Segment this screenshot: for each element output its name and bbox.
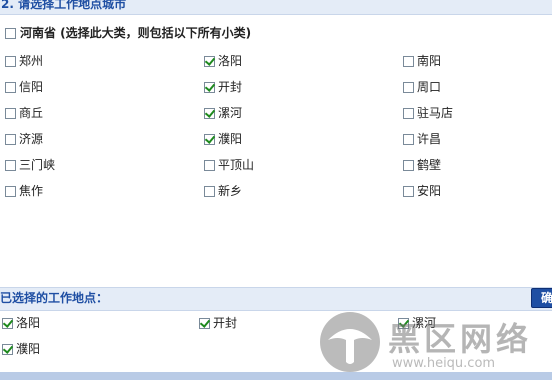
selected-checkbox[interactable] (2, 344, 13, 355)
city-label: 许昌 (417, 132, 442, 146)
city-label: 商丘 (19, 106, 44, 120)
selected-label: 开封 (213, 316, 238, 330)
city-checkbox[interactable] (403, 134, 414, 145)
city-checkbox[interactable] (204, 56, 215, 67)
city-checkbox[interactable] (403, 82, 414, 93)
city-label: 漯河 (218, 106, 243, 120)
confirm-button[interactable]: 确 (531, 288, 552, 308)
selected-label: 洛阳 (16, 316, 41, 330)
city-checkbox[interactable] (5, 134, 16, 145)
city-label: 焦作 (19, 184, 44, 198)
section-title: 2. 请选择工作地点城市 (1, 0, 127, 11)
bottom-strip (0, 372, 552, 380)
selected-checkbox[interactable] (2, 318, 13, 329)
city-label: 洛阳 (218, 54, 243, 68)
selected-checkbox[interactable] (199, 318, 210, 329)
watermark-text: 黑区网络 (388, 320, 533, 358)
city-checkbox[interactable] (5, 186, 16, 197)
city-checkbox[interactable] (204, 186, 215, 197)
city-label: 信阳 (19, 80, 44, 94)
city-checkbox[interactable] (5, 82, 16, 93)
city-label: 安阳 (417, 184, 442, 198)
city-checkbox[interactable] (403, 56, 414, 67)
city-checkbox[interactable] (204, 82, 215, 93)
city-label: 鹤壁 (417, 158, 442, 172)
city-label: 新乡 (218, 184, 243, 198)
city-checkbox[interactable] (403, 186, 414, 197)
city-checkbox[interactable] (5, 108, 16, 119)
watermark: 黑区网络 www.heiqu.com (318, 310, 552, 380)
city-label: 濮阳 (218, 132, 243, 146)
city-label: 郑州 (19, 54, 44, 68)
city-checkbox[interactable] (5, 56, 16, 67)
city-checkbox[interactable] (403, 108, 414, 119)
city-checkbox[interactable] (403, 160, 414, 171)
selected-header: 已选择的工作地点： (0, 287, 552, 311)
watermark-url: www.heiqu.com (392, 356, 496, 371)
province-checkbox[interactable] (5, 28, 16, 39)
city-label: 驻马店 (417, 106, 454, 120)
selected-title: 已选择的工作地点： (0, 291, 109, 305)
city-label: 南阳 (417, 54, 442, 68)
city-checkbox[interactable] (5, 160, 16, 171)
city-checkbox[interactable] (204, 134, 215, 145)
city-label: 周口 (417, 80, 442, 94)
city-label: 开封 (218, 80, 243, 94)
selected-label: 濮阳 (16, 342, 41, 356)
city-label: 三门峡 (19, 158, 56, 172)
province-label: 河南省 (选择此大类，则包括以下所有小类) (20, 26, 252, 40)
city-checkbox[interactable] (204, 108, 215, 119)
city-checkbox[interactable] (204, 160, 215, 171)
city-label: 济源 (19, 132, 44, 146)
section-header: 2. 请选择工作地点城市 (0, 0, 552, 15)
mushroom-logo-icon (320, 312, 380, 372)
city-label: 平顶山 (218, 158, 255, 172)
